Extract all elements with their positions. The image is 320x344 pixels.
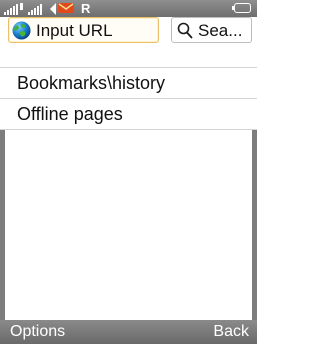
signal-strength-icon [4,3,23,15]
input-url-label: Input URL [36,21,113,40]
globe-icon [12,21,31,40]
search-button[interactable]: Sea... [171,17,252,43]
input-url-button[interactable]: Input URL [8,17,159,43]
battery-icon [232,3,251,13]
status-bar: R [0,0,257,17]
list-item-bookmarks-history[interactable]: Bookmarks\history [0,67,257,98]
list-item-label: Offline pages [17,104,123,124]
message-icon [58,3,74,13]
menu-list: Bookmarks\history Offline pages [0,67,257,130]
network-indicator-icon [50,3,56,15]
browser-screen: R Input URL Sea... Bookmarks\history Off… [0,0,257,344]
signal-strength-icon [28,4,42,15]
search-icon [177,22,193,39]
list-item-offline-pages[interactable]: Offline pages [0,98,257,130]
back-softkey[interactable]: Back [213,322,249,342]
search-label: Sea... [198,21,243,40]
roaming-indicator: R [81,1,91,16]
softkey-bar: Options Back [0,320,257,344]
list-item-label: Bookmarks\history [17,73,166,93]
options-softkey[interactable]: Options [10,322,65,342]
